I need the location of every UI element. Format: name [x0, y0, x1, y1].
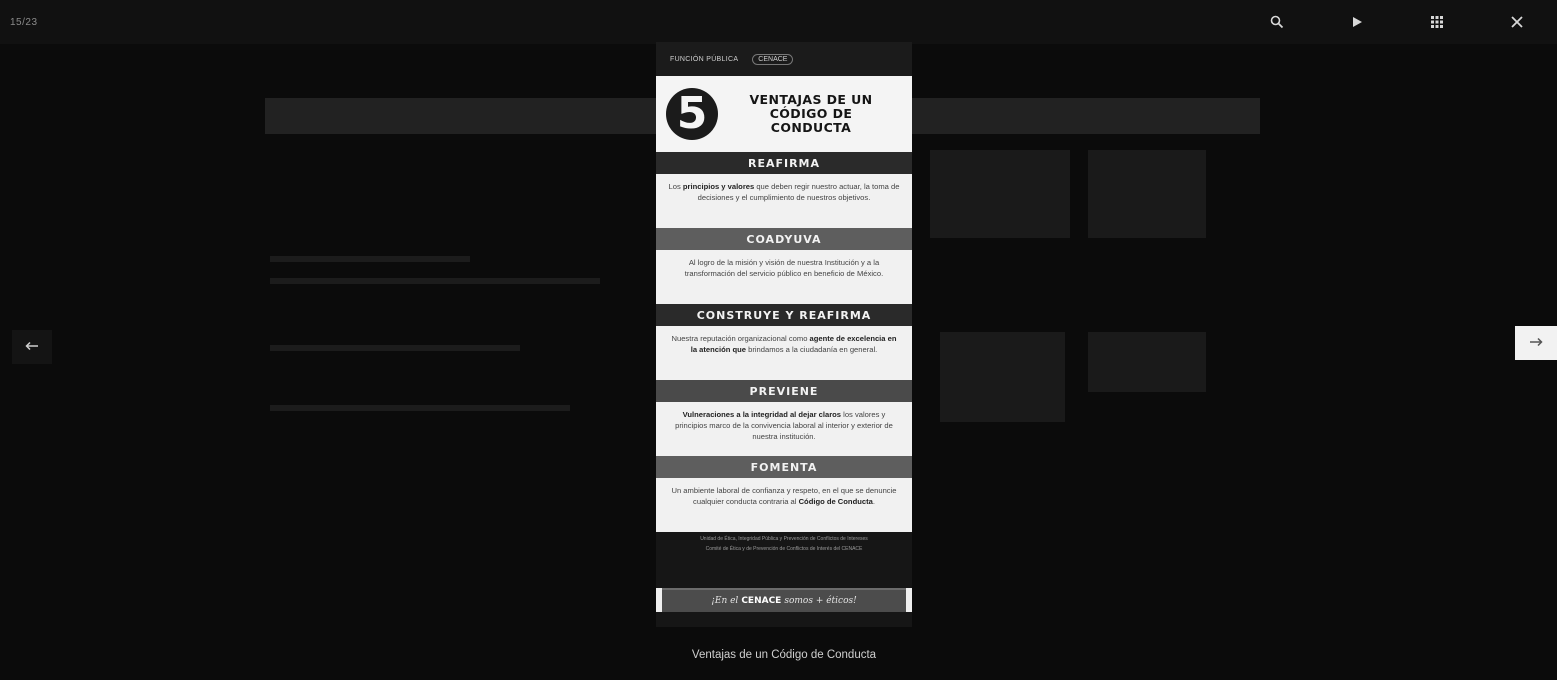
infographic-bottom-bar [656, 612, 912, 627]
number-five-badge: 5 [666, 88, 718, 140]
arrow-right-icon [1529, 334, 1543, 352]
section-heading: PREVIENE [656, 380, 912, 402]
section-heading: REAFIRMA [656, 152, 912, 174]
search-icon [1270, 15, 1284, 29]
section-text: Al logro de la misión y visión de nuestr… [656, 250, 912, 304]
arrow-left-icon [25, 338, 39, 356]
close-icon [1510, 15, 1524, 29]
close-button[interactable] [1477, 0, 1557, 44]
next-image-button[interactable] [1515, 326, 1557, 360]
slideshow-button[interactable] [1317, 0, 1397, 44]
section-text: Vulneraciones a la integridad al dejar c… [656, 402, 912, 456]
section-heading: COADYUVA [656, 228, 912, 250]
infographic-image: FUNCIÓN PÚBLICA CENACE 5 VENTAJAS DE UN … [656, 42, 912, 627]
infographic-slogan: ¡En el CENACE somos + éticos! [662, 588, 906, 612]
section-text: Un ambiente laboral de confianza y respe… [656, 478, 912, 532]
thumbnails-button[interactable] [1397, 0, 1477, 44]
infographic-header: 5 VENTAJAS DE UN CÓDIGO DE CONDUCTA [656, 76, 912, 152]
funcion-publica-logo: FUNCIÓN PÚBLICA [670, 55, 739, 63]
section-text: Nuestra reputación organizacional como a… [656, 326, 912, 380]
image-counter: 15/23 [10, 17, 38, 28]
section-heading: CONSTRUYE Y REAFIRMA [656, 304, 912, 326]
infographic-footer: Unidad de Ética, Integridad Pública y Pr… [656, 532, 912, 588]
infographic-title: VENTAJAS DE UN CÓDIGO DE CONDUCTA [749, 92, 873, 135]
image-caption: Ventajas de un Código de Conducta [691, 649, 877, 661]
grid-icon [1431, 16, 1443, 28]
section-text: Los principios y valores que deben regir… [656, 174, 912, 228]
play-icon [1351, 16, 1363, 28]
cenace-logo: CENACE [752, 53, 794, 65]
zoom-button[interactable] [1237, 0, 1317, 44]
lightbox-toolbar [1237, 0, 1557, 44]
section-heading: FOMENTA [656, 456, 912, 478]
previous-image-button[interactable] [12, 330, 52, 364]
infographic-logos: FUNCIÓN PÚBLICA CENACE [656, 42, 912, 76]
